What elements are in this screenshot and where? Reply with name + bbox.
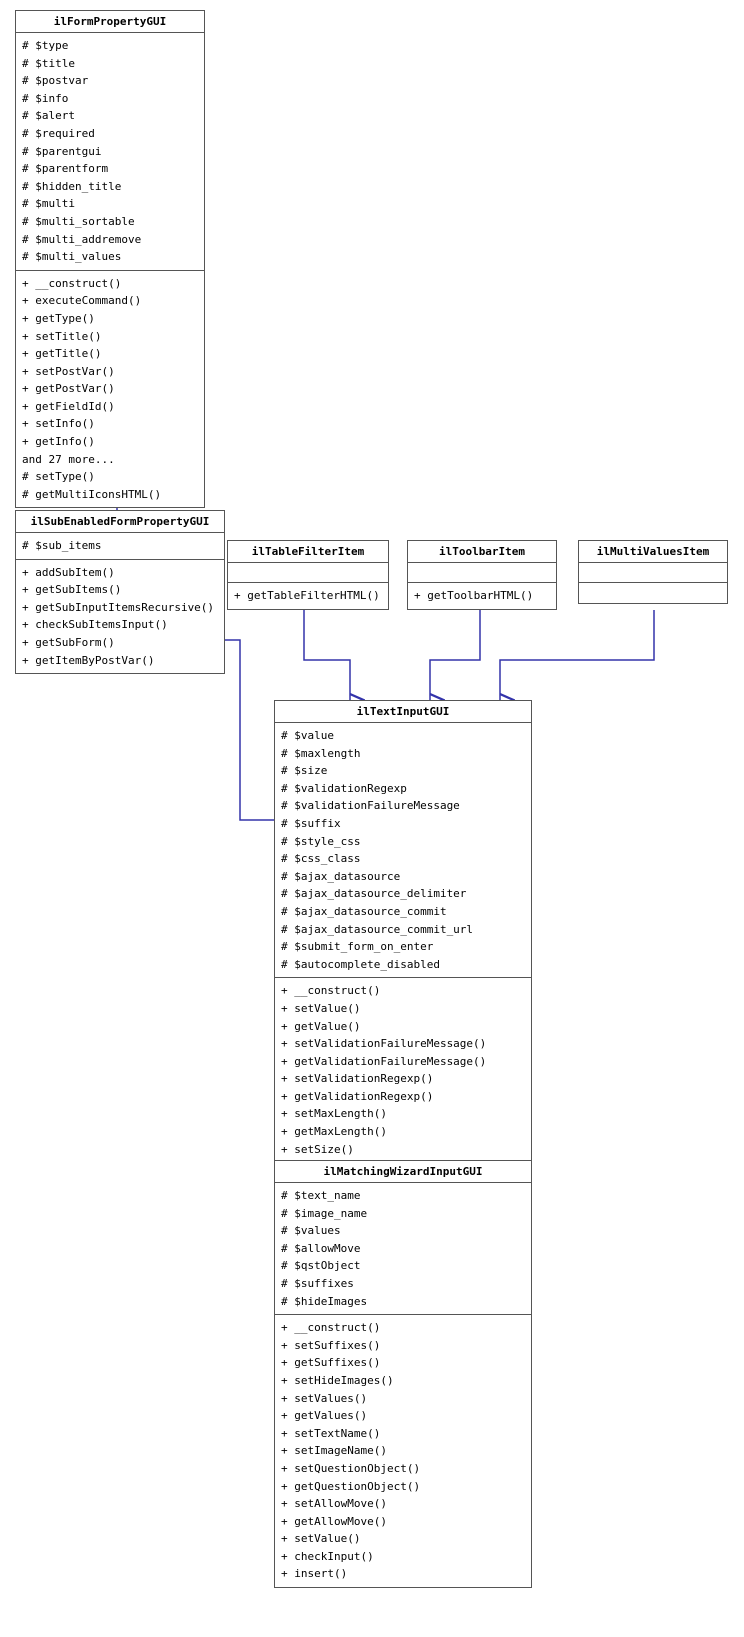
ilTextInputGUI-box: ilTextInputGUI # $value # $maxlength # $… [274,700,532,1181]
ilToolbarItem-box: ilToolbarItem + getToolbarHTML() [407,540,557,610]
ilTextInputGUI-title: ilTextInputGUI [275,701,531,723]
ilSubEnabledFormPropertyGUI-box: ilSubEnabledFormPropertyGUI # $sub_items… [15,510,225,674]
ilToolbarItem-title: ilToolbarItem [408,541,556,563]
ilMultiValuesItem-title: ilMultiValuesItem [579,541,727,563]
ilTextInputGUI-methods: + __construct() + setValue() + getValue(… [275,978,531,1180]
ilMatchingWizardInputGUI-methods: + __construct() + setSuffixes() + getSuf… [275,1315,531,1587]
ilSubEnabledFormPropertyGUI-fields: # $sub_items [16,533,224,560]
ilTextInputGUI-fields: # $value # $maxlength # $size # $validat… [275,723,531,978]
ilFormPropertyGUI-box: ilFormPropertyGUI # $type # $title # $po… [15,10,205,508]
ilFormPropertyGUI-methods: + __construct() + executeCommand() + get… [16,271,204,508]
ilMatchingWizardInputGUI-fields: # $text_name # $image_name # $values # $… [275,1183,531,1315]
ilFormPropertyGUI-title: ilFormPropertyGUI [16,11,204,33]
ilTableFilterItem-box: ilTableFilterItem + getTableFilterHTML() [227,540,389,610]
ilTableFilterItem-fields [228,563,388,583]
ilToolbarItem-methods: + getToolbarHTML() [408,583,556,609]
ilTableFilterItem-methods: + getTableFilterHTML() [228,583,388,609]
ilToolbarItem-fields [408,563,556,583]
ilSubEnabledFormPropertyGUI-methods: + addSubItem() + getSubItems() + getSubI… [16,560,224,674]
ilMultiValuesItem-methods [579,583,727,603]
ilMatchingWizardInputGUI-box: ilMatchingWizardInputGUI # $text_name # … [274,1160,532,1588]
ilMatchingWizardInputGUI-title: ilMatchingWizardInputGUI [275,1161,531,1183]
ilSubEnabledFormPropertyGUI-title: ilSubEnabledFormPropertyGUI [16,511,224,533]
ilMultiValuesItem-box: ilMultiValuesItem [578,540,728,604]
ilMultiValuesItem-fields [579,563,727,583]
diagram-container: ilFormPropertyGUI # $type # $title # $po… [0,0,744,1637]
ilTableFilterItem-title: ilTableFilterItem [228,541,388,563]
ilFormPropertyGUI-fields: # $type # $title # $postvar # $info # $a… [16,33,204,271]
